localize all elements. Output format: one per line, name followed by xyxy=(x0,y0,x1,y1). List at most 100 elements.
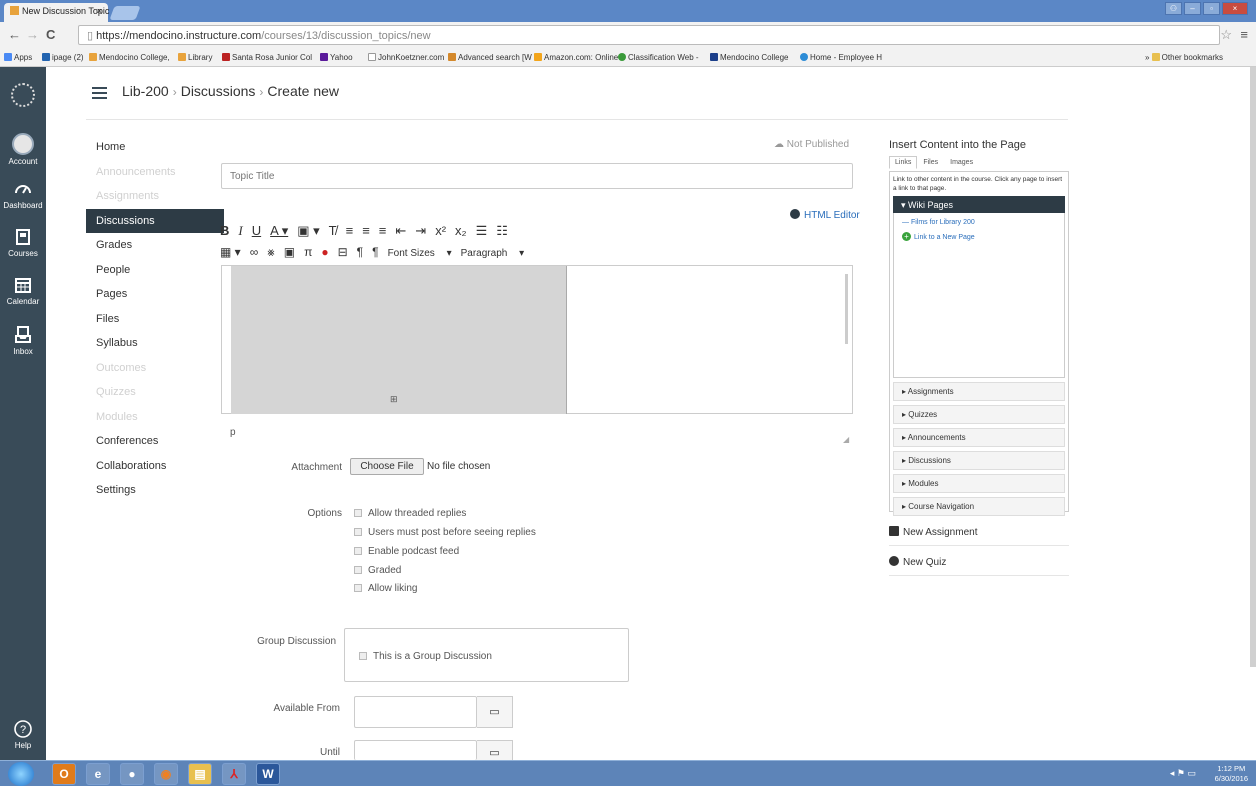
rich-text-editor[interactable]: ⊞ xyxy=(221,265,853,414)
section-course-navigation[interactable]: ▸ Course Navigation xyxy=(893,497,1065,516)
breadcrumb-course[interactable]: Lib-200 xyxy=(122,83,169,99)
bookmark-advanced-search[interactable]: Advanced search [W xyxy=(448,53,532,62)
bookmark-yahoo[interactable]: Yahoo xyxy=(320,53,353,62)
bookmark-ipage[interactable]: ipage (2) xyxy=(42,53,84,62)
global-nav-courses[interactable]: Courses xyxy=(0,227,46,258)
indent-icon[interactable]: ⇥ xyxy=(415,223,426,239)
italic-icon[interactable]: I xyxy=(238,223,242,239)
bookmark-koetzner[interactable]: JohnKoetzner.com xyxy=(368,53,444,62)
course-nav-discussions[interactable]: Discussions xyxy=(86,208,224,233)
section-discussions[interactable]: ▸ Discussions xyxy=(893,451,1065,470)
start-button[interactable] xyxy=(8,762,34,786)
back-icon[interactable]: ← xyxy=(8,27,21,42)
equation-icon[interactable]: π xyxy=(304,245,312,259)
course-nav-files[interactable]: Files xyxy=(86,307,224,332)
bookmark-apps[interactable]: Apps xyxy=(4,53,32,62)
calendar-picker-icon[interactable]: ▭ xyxy=(477,696,513,728)
bookmark-amazon[interactable]: Amazon.com: Online xyxy=(534,53,618,62)
browser-tab[interactable]: New Discussion Topic × xyxy=(4,3,109,22)
global-nav-calendar[interactable]: Calendar xyxy=(0,275,46,306)
underline-icon[interactable]: U xyxy=(252,223,261,238)
bookmark-mendocino-2[interactable]: Mendocino College xyxy=(710,53,789,62)
section-assignments[interactable]: ▸ Assignments xyxy=(893,382,1065,401)
bookmark-other[interactable]: » Other bookmarks xyxy=(1145,53,1223,62)
chrome-icon[interactable]: ● xyxy=(120,763,144,785)
font-sizes-select[interactable]: Font Sizes ▾ xyxy=(388,248,452,259)
acrobat-icon[interactable]: ⅄ xyxy=(222,763,246,785)
available-from-input[interactable] xyxy=(354,696,477,728)
option-graded[interactable]: Graded xyxy=(354,565,401,576)
resize-handle-icon[interactable]: ◢ xyxy=(843,435,849,444)
maximize-icon[interactable]: ▫ xyxy=(1203,2,1220,15)
wiki-page-item[interactable]: — Films for Library 200 xyxy=(902,219,1056,226)
reload-icon[interactable]: C xyxy=(46,27,55,42)
bookmark-employee-home[interactable]: Home - Employee H xyxy=(800,53,882,62)
align-left-icon[interactable]: ≡ xyxy=(346,223,354,238)
unlink-icon[interactable]: ⨳ xyxy=(267,245,274,260)
checkbox[interactable] xyxy=(354,584,362,592)
paragraph-select[interactable]: Paragraph ▾ xyxy=(461,248,525,259)
word-icon[interactable]: W xyxy=(256,763,280,785)
bookmark-star-icon[interactable]: ☆ xyxy=(1220,27,1232,43)
browser-menu-icon[interactable]: ≡ xyxy=(1240,27,1248,42)
course-nav-people[interactable]: People xyxy=(86,258,224,283)
option-group-discussion[interactable]: This is a Group Discussion xyxy=(359,651,492,662)
outlook-icon[interactable]: O xyxy=(52,763,76,785)
choose-file-button[interactable]: Choose File xyxy=(350,458,424,475)
checkbox[interactable] xyxy=(354,566,362,574)
table-icon[interactable]: ▦ ▾ xyxy=(220,245,241,259)
global-nav-dashboard[interactable]: Dashboard xyxy=(0,179,46,210)
taskbar-clock[interactable]: 1:12 PM 6/30/2016 xyxy=(1215,764,1248,784)
tab-links[interactable]: Links xyxy=(889,156,918,169)
option-allow-liking[interactable]: Allow liking xyxy=(354,583,417,594)
course-nav-settings[interactable]: Settings xyxy=(86,478,224,503)
breadcrumb-discussions[interactable]: Discussions xyxy=(181,83,256,99)
new-assignment-link[interactable]: New Assignment xyxy=(889,512,1069,546)
text-color-icon[interactable]: A ▾ xyxy=(270,223,288,239)
editor-scrollbar[interactable] xyxy=(845,274,848,344)
bookmark-mendocino[interactable]: Mendocino College, xyxy=(89,53,170,62)
app-icon[interactable]: ◉ xyxy=(154,763,178,785)
link-new-page[interactable]: + Link to a New Page xyxy=(902,232,1056,241)
course-nav-conferences[interactable]: Conferences xyxy=(86,429,224,454)
checkbox[interactable] xyxy=(359,652,367,660)
system-tray-icons[interactable]: ◂ ⚑ ▭ xyxy=(1170,768,1196,779)
html-editor-link[interactable]: HTML Editor xyxy=(790,209,860,221)
option-threaded-replies[interactable]: Allow threaded replies xyxy=(354,508,466,519)
clear-formatting-icon[interactable]: T̸ xyxy=(329,223,337,238)
bullet-list-icon[interactable]: ☰ xyxy=(476,223,488,239)
tab-images[interactable]: Images xyxy=(944,156,979,169)
close-window-icon[interactable]: × xyxy=(1222,2,1248,15)
embedded-content-placeholder[interactable]: ⊞ xyxy=(231,266,567,414)
bookmark-classification-web[interactable]: Classification Web - xyxy=(618,53,699,62)
checkbox[interactable] xyxy=(354,528,362,536)
course-menu-hamburger-icon[interactable] xyxy=(92,87,107,102)
numbered-list-icon[interactable]: ☷ xyxy=(496,223,508,239)
close-tab-icon[interactable]: × xyxy=(97,6,102,16)
calendar-picker-icon[interactable]: ▭ xyxy=(477,740,513,760)
rtl-icon[interactable]: ¶ xyxy=(372,245,378,259)
superscript-icon[interactable]: x² xyxy=(435,223,446,238)
embed-icon[interactable]: ⊟ xyxy=(338,245,348,259)
file-explorer-icon[interactable]: ▤ xyxy=(188,763,212,785)
forward-icon[interactable]: → xyxy=(26,27,39,42)
background-color-icon[interactable]: ▣ ▾ xyxy=(297,223,319,239)
user-icon[interactable]: ⚇ xyxy=(1165,2,1182,15)
subscript-icon[interactable]: x₂ xyxy=(455,223,467,238)
section-quizzes[interactable]: ▸ Quizzes xyxy=(893,405,1065,424)
option-podcast-feed[interactable]: Enable podcast feed xyxy=(354,546,459,557)
until-input[interactable] xyxy=(354,740,477,760)
canvas-logo-icon[interactable] xyxy=(11,83,35,107)
media-icon[interactable]: ● xyxy=(321,245,328,259)
course-nav-pages[interactable]: Pages xyxy=(86,282,224,307)
url-field[interactable]: ▯ https://mendocino.instructure.com/cour… xyxy=(78,25,1220,45)
align-center-icon[interactable]: ≡ xyxy=(362,223,370,238)
course-nav-home[interactable]: Home xyxy=(86,135,224,160)
checkbox[interactable] xyxy=(354,509,362,517)
global-nav-help[interactable]: ? Help xyxy=(0,719,46,750)
course-nav-collaborations[interactable]: Collaborations xyxy=(86,454,224,479)
global-nav-account[interactable]: Account xyxy=(0,133,46,166)
global-nav-inbox[interactable]: Inbox xyxy=(0,325,46,356)
checkbox[interactable] xyxy=(354,547,362,555)
bookmark-library[interactable]: Library xyxy=(178,53,212,62)
